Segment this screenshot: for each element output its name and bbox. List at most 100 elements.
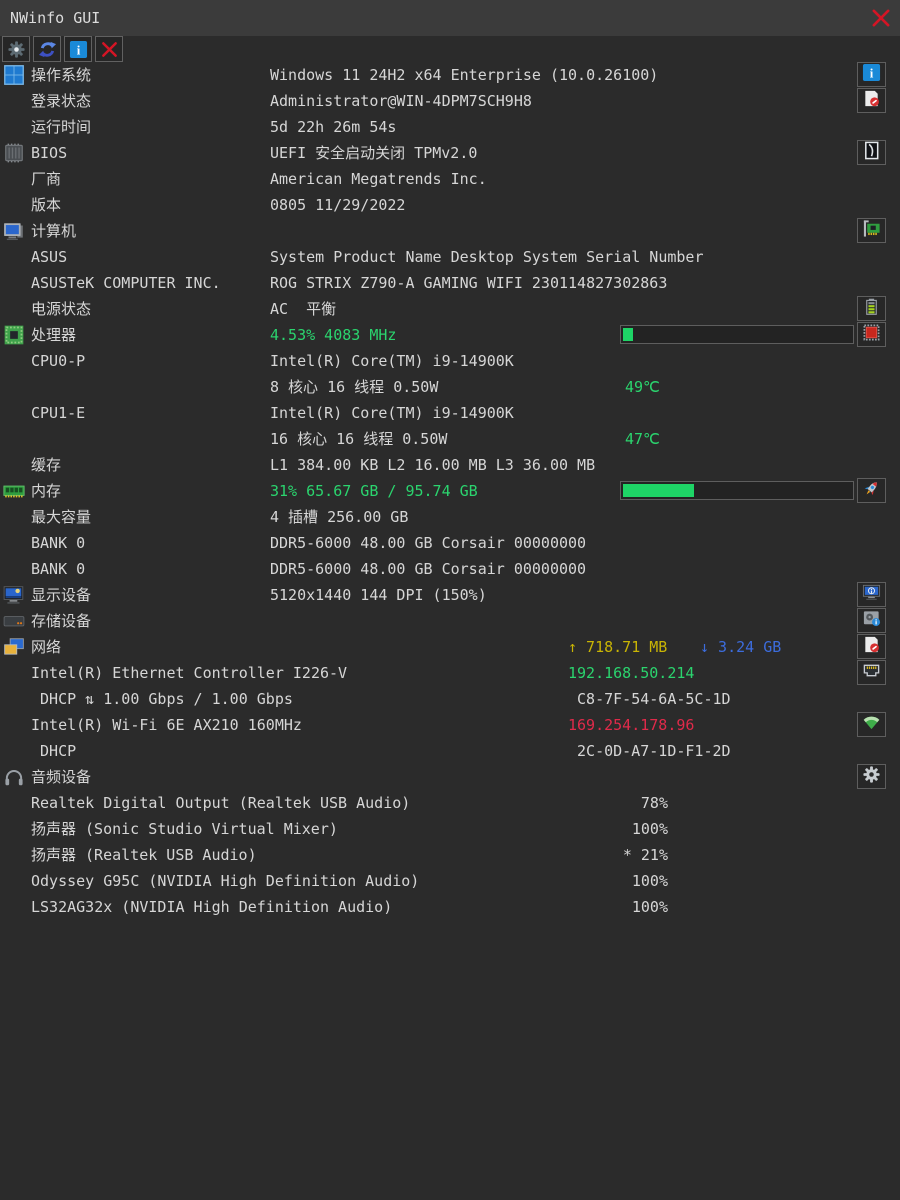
close-icon[interactable] (867, 6, 895, 30)
row-value: Intel(R) Core(TM) i9-14900K (270, 348, 514, 374)
rocket-button[interactable] (857, 478, 886, 503)
row-label: 缓存 (31, 452, 61, 478)
info-row: BANK 0DDR5-6000 48.00 GB Corsair 0000000… (0, 530, 900, 556)
wifi-button[interactable] (857, 712, 886, 737)
info-row: LS32AG32x (NVIDIA High Definition Audio)… (0, 894, 900, 920)
info-row: 网络 ↑ 718.71 MB ↓ 3.24 GB (0, 634, 900, 660)
row-label: 网络 (31, 634, 61, 660)
info-row: 扬声器 (Sonic Studio Virtual Mixer)100% (0, 816, 900, 842)
usage-progress-bar (620, 325, 854, 344)
volume-percent: 100% (560, 868, 668, 894)
volume-percent: 100% (560, 894, 668, 920)
ethernet-port-button[interactable] (857, 660, 886, 685)
row-value: 0805 11/29/2022 (270, 192, 405, 218)
exit-button[interactable] (95, 36, 123, 62)
volume-percent: 100% (560, 816, 668, 842)
rocket-icon (862, 479, 881, 498)
row-value: 31% 65.67 GB / 95.74 GB (270, 478, 478, 504)
row-label: DHCP (31, 738, 76, 764)
info-blue-button[interactable]: i (857, 62, 886, 87)
gear-light-button[interactable] (857, 764, 886, 789)
computer-monitor-icon (3, 220, 25, 242)
pci-card-icon (862, 219, 881, 238)
info-row: 电源状态AC 平衡 (0, 296, 900, 322)
refresh-button[interactable] (33, 36, 61, 62)
info-row: CPU1-E Intel(R) Core(TM) i9-14900K (0, 400, 900, 426)
row-value: ROG STRIX Z790-A GAMING WIFI 23011482730… (270, 270, 667, 296)
info-row: Intel(R) Wi-Fi 6E AX210 160MHz169.254.17… (0, 712, 900, 738)
svg-text:i: i (870, 66, 874, 80)
row-label: Intel(R) Ethernet Controller I226-V (31, 660, 347, 686)
row-label: Intel(R) Wi-Fi 6E AX210 160MHz (31, 712, 302, 738)
row-label: 电源状态 (31, 296, 91, 322)
row-label: 登录状态 (31, 88, 91, 114)
pci-card-button[interactable] (857, 218, 886, 243)
info-table: 操作系统Windows 11 24H2 x64 Enterprise (10.0… (0, 62, 900, 920)
info-row: 处理器4.53% 4083 MHz (0, 322, 900, 348)
battery-icon (862, 297, 881, 316)
volume-percent: * 21% (560, 842, 668, 868)
row-label: ASUSTeK COMPUTER INC. (31, 270, 221, 296)
gear-icon (7, 40, 26, 59)
temperature-value: 49℃ (625, 374, 660, 400)
display-monitor-icon (3, 584, 25, 606)
info-row: CPU0-PIntel(R) Core(TM) i9-14900K (0, 348, 900, 374)
info-row: 最大容量4 插槽 256.00 GB (0, 504, 900, 530)
row-label: 操作系统 (31, 62, 91, 88)
info-row: 扬声器 (Realtek USB Audio) * 21% (0, 842, 900, 868)
row-value: American Megatrends Inc. (270, 166, 487, 192)
window-title: NWinfo GUI (10, 0, 100, 36)
wifi-icon (862, 713, 881, 732)
network-address: C8-7F-54-6A-5C-1D (568, 686, 731, 712)
network-address: 192.168.50.214 (568, 660, 694, 686)
row-label: CPU1-E (31, 400, 85, 426)
row-label: 厂商 (31, 166, 61, 192)
usage-progress-bar (620, 481, 854, 500)
info-row: 音频设备 (0, 764, 900, 790)
info-row: DHCP 2C-0D-A7-1D-F1-2D (0, 738, 900, 764)
info-row: Realtek Digital Output (Realtek USB Audi… (0, 790, 900, 816)
info-row: ASUSTeK COMPUTER INC. ROG STRIX Z790-A GA… (0, 270, 900, 296)
settings-button[interactable] (2, 36, 30, 62)
windows-logo-icon (3, 64, 25, 86)
row-label: 音频设备 (31, 764, 91, 790)
drive-info-button[interactable] (857, 608, 886, 633)
bios-chip-icon (3, 142, 25, 164)
drive-info-icon (862, 609, 881, 628)
info-row: Intel(R) Ethernet Controller I226-V 192.1… (0, 660, 900, 686)
row-value: 4 插槽 256.00 GB (270, 504, 408, 530)
battery-button[interactable] (857, 296, 886, 321)
row-label: DHCP ⇅ 1.00 Gbps / 1.00 Gbps (31, 686, 293, 712)
firmware-doc-button[interactable] (857, 140, 886, 165)
info-row: DHCP ⇅ 1.00 Gbps / 1.00 Gbps C8-7F-54-6A… (0, 686, 900, 712)
info-row: 操作系统Windows 11 24H2 x64 Enterprise (10.0… (0, 62, 900, 88)
row-label: 内存 (31, 478, 61, 504)
info-row: 16 核心 16 线程 0.50W47℃ (0, 426, 900, 452)
usage-progress-fill (623, 484, 694, 497)
monitor-info-button[interactable] (857, 582, 886, 607)
info-row: 存储设备 (0, 608, 900, 634)
network-address: 2C-0D-A7-1D-F1-2D (568, 738, 731, 764)
info-row: ASUSSystem Product Name Desktop System S… (0, 244, 900, 270)
info-row: BANK 0DDR5-6000 48.00 GB Corsair 0000000… (0, 556, 900, 582)
volume-percent: 78% (560, 790, 668, 816)
upload-traffic: ↑ 718.71 MB (568, 634, 667, 660)
row-label: BIOS (31, 140, 67, 166)
row-label: 扬声器 (Realtek USB Audio) (31, 842, 257, 868)
page-edit-button[interactable] (857, 634, 886, 659)
close-x-icon (100, 40, 119, 59)
about-button[interactable]: i (64, 36, 92, 62)
page-edit-icon (862, 89, 881, 108)
info-row: 厂商 American Megatrends Inc. (0, 166, 900, 192)
info-row: 运行时间5d 22h 26m 54s (0, 114, 900, 140)
row-value: Intel(R) Core(TM) i9-14900K (270, 400, 514, 426)
download-traffic: ↓ 3.24 GB (700, 634, 781, 660)
info-row: BIOSUEFI 安全启动关闭 TPMv2.0 (0, 140, 900, 166)
row-value: 8 核心 16 线程 0.50W (270, 374, 438, 400)
page-edit-button[interactable] (857, 88, 886, 113)
cpu-red-button[interactable] (857, 322, 886, 347)
row-label: 版本 (31, 192, 61, 218)
page-edit-icon (862, 635, 881, 654)
row-value: DDR5-6000 48.00 GB Corsair 00000000 (270, 556, 586, 582)
gear-light-icon (862, 765, 881, 784)
